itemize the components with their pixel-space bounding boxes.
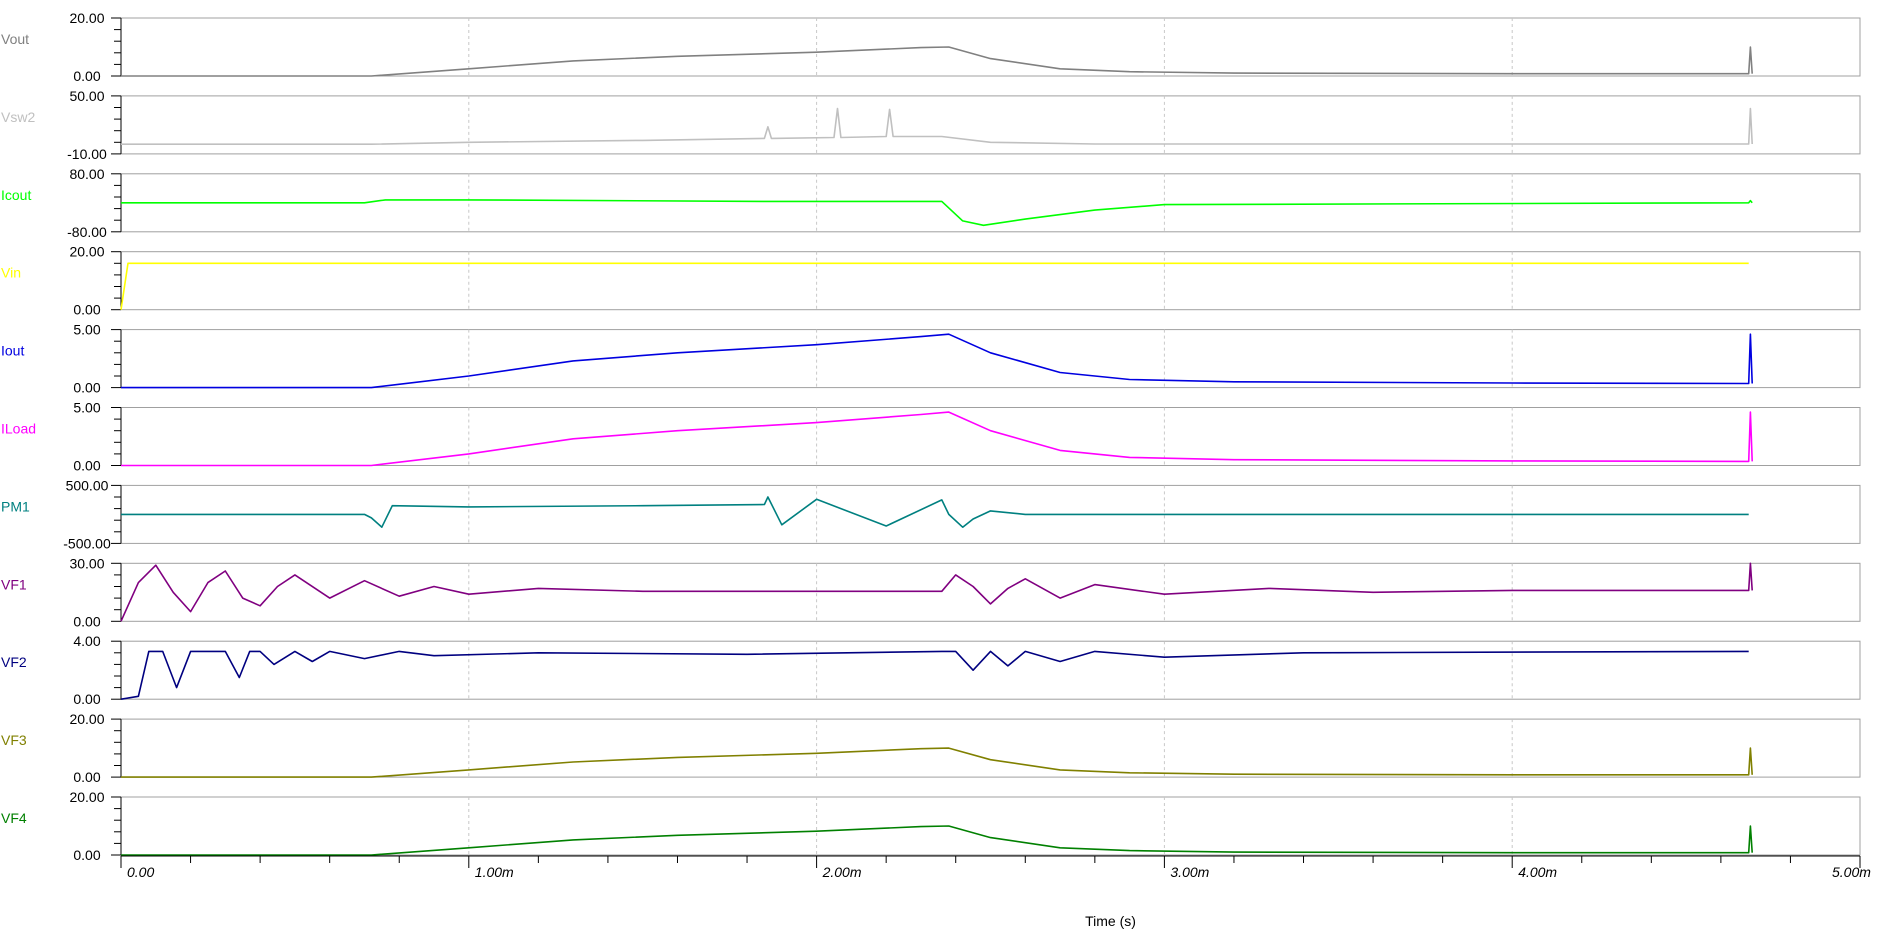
panel-frame [120, 329, 1861, 389]
trace-label-vin: Vin [1, 265, 21, 281]
y-tick-label-bottom: 0.00 [73, 847, 100, 863]
series-line-pm1 [121, 496, 1749, 529]
y-tick-label-top: 80.00 [69, 166, 104, 182]
panel-frame [120, 251, 1861, 311]
y-tick-label-top: 4.00 [73, 633, 100, 649]
series-line-iload [121, 411, 1753, 467]
y-tick-label-top: 20.00 [69, 10, 104, 26]
series-line-vin [120, 262, 1749, 310]
y-tick-label-bottom: -80.00 [67, 224, 107, 240]
x-tick-label: 2.00m [822, 864, 862, 880]
series-line-vsw2 [121, 107, 1753, 145]
x-tick-label: 4.00m [1518, 864, 1557, 880]
x-tick-label: 3.00m [1170, 864, 1209, 880]
panel-frame [120, 718, 1861, 778]
series-line-vf1 [120, 562, 1753, 622]
trace-label-vf2: VF2 [1, 654, 27, 670]
series-line-icout [121, 199, 1753, 227]
panel-frame [120, 640, 1861, 700]
y-tick-label-top: 5.00 [73, 322, 100, 338]
y-tick-label-bottom: -500.00 [63, 535, 111, 551]
y-tick-label-top: 20.00 [69, 789, 104, 805]
y-tick-label-top: 20.00 [69, 711, 104, 727]
y-tick-label-top: 30.00 [69, 555, 104, 571]
trace-label-vout: Vout [1, 31, 29, 47]
x-tick-label: 1.00m [475, 864, 514, 880]
y-tick-label-top: 500.00 [66, 477, 109, 493]
y-tick-label-bottom: 0.00 [73, 302, 100, 318]
trace-label-iout: Iout [1, 343, 24, 359]
y-tick-label-bottom: 0.00 [73, 691, 100, 707]
y-tick-label-top: 50.00 [69, 88, 104, 104]
trace-label-iload: ILoad [1, 421, 36, 437]
panel-frame [120, 562, 1861, 622]
trace-label-pm1: PM1 [1, 498, 30, 514]
y-tick-label-bottom: 0.00 [73, 458, 100, 474]
series-line-vf2 [120, 650, 1749, 700]
y-tick-label-bottom: -10.00 [67, 146, 107, 162]
trace-label-icout: Icout [1, 187, 31, 203]
trace-label-vf1: VF1 [1, 576, 27, 592]
series-line-iout [121, 333, 1753, 389]
panel-frame [120, 17, 1861, 77]
series-line-vf4 [121, 825, 1753, 856]
transient-analysis-chart: 20.00 0.00 Vout 50.00 -10.00 Vsw2 80.00 -80.00 I… [1, 10, 1871, 929]
y-tick-label-bottom: 0.00 [73, 613, 100, 629]
trace-label-vf4: VF4 [1, 810, 27, 826]
x-tick-label: 5.00m [1832, 864, 1871, 880]
panel-frame [120, 407, 1861, 466]
y-tick-label-bottom: 0.00 [73, 68, 100, 84]
trace-label-vsw2: Vsw2 [1, 109, 35, 125]
series-line-vout [121, 46, 1753, 77]
y-tick-label-bottom: 0.00 [73, 380, 100, 396]
series-line-vf3 [121, 747, 1753, 778]
x-tick-label: 0.00 [127, 864, 154, 880]
x-axis-title: Time (s) [1085, 913, 1136, 929]
panel-frame [120, 796, 1861, 856]
panel-frame [120, 95, 1861, 155]
y-tick-label-top: 5.00 [73, 400, 100, 416]
y-tick-label-bottom: 0.00 [73, 769, 100, 785]
y-tick-label-top: 20.00 [69, 244, 104, 260]
trace-label-vf3: VF3 [1, 732, 27, 748]
